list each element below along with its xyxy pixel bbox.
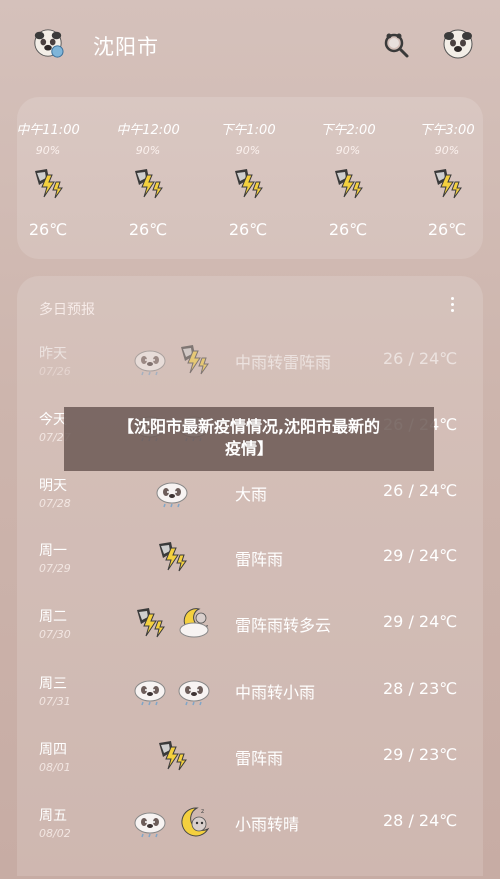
day-weather-desc: 雷阵雨 <box>235 749 284 768</box>
day-date: 08/01 <box>39 761 71 774</box>
day-weather-desc: 雷阵雨转多云 <box>235 616 332 635</box>
day-temp-range: 29 / 24℃ <box>383 546 458 565</box>
daily-forecast-title: 多日预报 <box>39 302 95 318</box>
hour-time: 中午11:00 <box>17 123 80 138</box>
day-date: 08/02 <box>39 827 71 840</box>
thunderstorm-icon <box>231 167 265 201</box>
hourly-forecast-card: 中午11:00 90% 26℃ 中午12:00 90% 26℃ 下午1:00 9… <box>17 97 483 259</box>
day-temp-range: 26 / 24℃ <box>383 481 458 500</box>
day-name: 昨天 <box>39 346 67 362</box>
day-temp-range: 29 / 23℃ <box>383 745 458 764</box>
thunderstorm-icon <box>155 540 189 574</box>
hour-time: 下午1:00 <box>220 123 276 138</box>
hour-precip: 90% <box>35 144 61 157</box>
hour-time: 中午12:00 <box>116 123 180 138</box>
thunderstorm-icon <box>331 167 365 201</box>
hour-temp: 26℃ <box>28 220 68 239</box>
day-name: 明天 <box>39 478 67 494</box>
hourly-item: 中午12:00 90% 26℃ <box>103 97 193 259</box>
daily-row[interactable]: 周一 07/29 雷阵雨 29 / 24℃ <box>17 540 483 606</box>
hour-temp: 26℃ <box>128 220 168 239</box>
hour-precip: 90% <box>135 144 161 157</box>
daily-row[interactable]: 昨天 07/26 中雨转雷阵雨 26 / 24℃ <box>17 343 483 409</box>
rain-cloud-icon <box>155 475 189 509</box>
day-date: 07/29 <box>39 562 71 575</box>
thunderstorm-icon <box>177 343 211 377</box>
moon-icon <box>177 805 211 839</box>
day-date: 07/28 <box>39 497 71 510</box>
daily-row[interactable]: 周二 07/30 雷阵雨转多云 29 / 24℃ <box>17 606 483 672</box>
article-title-banner[interactable]: 【沈阳市最新疫情情况,沈阳市最新的 疫情】 <box>64 407 434 471</box>
pug-avatar-icon[interactable] <box>441 27 475 61</box>
pug-globe-icon[interactable] <box>32 27 64 59</box>
day-temp-range: 28 / 23℃ <box>383 679 458 698</box>
daily-forecast-card: 多日预报 昨天 07/26 中雨转雷阵雨 26 / 24℃ 今天 07/27 2… <box>17 276 483 876</box>
daily-row[interactable]: 周五 08/02 小雨转晴 28 / 24℃ <box>17 805 483 871</box>
daily-row[interactable]: 明天 07/28 大雨 26 / 24℃ <box>17 475 483 541</box>
rain-cloud-icon <box>133 673 167 707</box>
day-temp-range: 29 / 24℃ <box>383 612 458 631</box>
hour-time: 下午2:00 <box>320 123 376 138</box>
day-date: 07/26 <box>39 365 71 378</box>
banner-line-1: 【沈阳市最新疫情情况,沈阳市最新的 <box>117 417 381 436</box>
day-weather-desc: 中雨转小雨 <box>235 683 316 702</box>
day-name: 周五 <box>39 808 67 824</box>
hour-temp: 26℃ <box>228 220 268 239</box>
day-weather-desc: 中雨转雷阵雨 <box>235 353 332 372</box>
hourly-item: 下午2:00 90% 26℃ <box>303 97 393 259</box>
app-header: 沈阳市 <box>0 0 500 92</box>
daily-row[interactable]: 周四 08/01 雷阵雨 29 / 23℃ <box>17 739 483 805</box>
thunderstorm-icon <box>430 167 464 201</box>
day-name: 周三 <box>39 676 67 692</box>
day-name: 周一 <box>39 543 67 559</box>
hour-time: 下午3:00 <box>419 123 475 138</box>
day-temp-range: 26 / 24℃ <box>383 349 458 368</box>
day-weather-desc: 小雨转晴 <box>235 815 300 834</box>
thunderstorm-icon <box>131 167 165 201</box>
day-weather-desc: 大雨 <box>235 485 268 504</box>
thunderstorm-icon <box>133 606 167 640</box>
hour-temp: 26℃ <box>427 220 467 239</box>
day-name: 周四 <box>39 742 67 758</box>
hour-temp: 26℃ <box>328 220 368 239</box>
day-weather-desc: 雷阵雨 <box>235 550 284 569</box>
day-date: 07/31 <box>39 695 71 708</box>
rain-cloud-icon <box>133 343 167 377</box>
search-icon[interactable] <box>381 30 411 60</box>
thunderstorm-icon <box>31 167 65 201</box>
hour-precip: 90% <box>434 144 460 157</box>
more-options-icon[interactable] <box>445 294 459 316</box>
moon-cloud-icon <box>177 606 211 640</box>
hourly-item: 下午1:00 90% 26℃ <box>203 97 293 259</box>
day-temp-range: 28 / 24℃ <box>383 811 458 830</box>
banner-line-2: 疫情】 <box>224 439 273 458</box>
rain-cloud-icon <box>177 673 211 707</box>
hourly-item: 中午11:00 90% 26℃ <box>17 97 93 259</box>
city-name[interactable]: 沈阳市 <box>93 31 159 61</box>
rain-cloud-icon <box>133 805 167 839</box>
day-name: 周二 <box>39 609 67 625</box>
thunderstorm-icon <box>155 739 189 773</box>
day-date: 07/30 <box>39 628 71 641</box>
day-name: 今天 <box>39 412 67 428</box>
hourly-item: 下午3:00 90% 26℃ <box>402 97 483 259</box>
daily-row[interactable]: 周三 07/31 中雨转小雨 28 / 23℃ <box>17 673 483 739</box>
hour-precip: 90% <box>335 144 361 157</box>
hour-precip: 90% <box>235 144 261 157</box>
